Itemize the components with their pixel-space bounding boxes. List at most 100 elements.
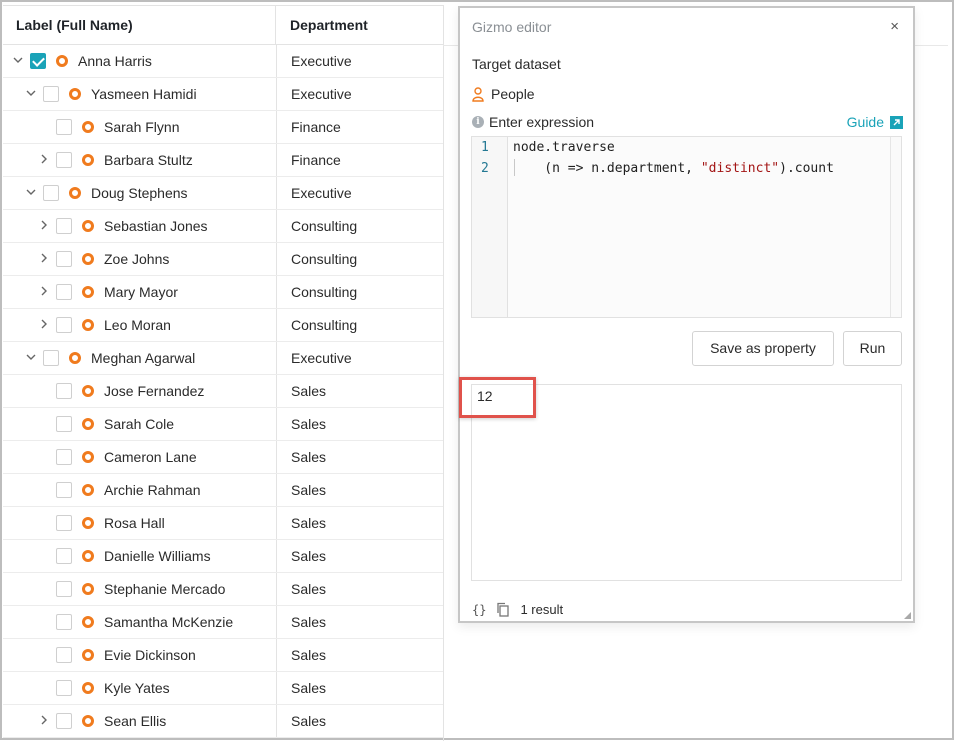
expression-header: i Enter expression Guide — [472, 112, 903, 132]
row-checkbox[interactable] — [56, 383, 72, 399]
close-icon[interactable]: × — [890, 18, 899, 35]
code-braces-icon[interactable]: {} — [472, 603, 486, 617]
table-row[interactable]: Danielle Williams Sales — [3, 540, 443, 573]
editor-scrollbar[interactable] — [890, 137, 901, 317]
department-cell: Consulting — [291, 218, 358, 234]
chevron-right-icon[interactable] — [38, 219, 50, 231]
table-row[interactable]: Zoe Johns Consulting — [3, 243, 443, 276]
row-checkbox[interactable] — [56, 482, 72, 498]
row-checkbox[interactable] — [56, 548, 72, 564]
chevron-down-icon[interactable] — [25, 186, 37, 198]
department-cell: Sales — [291, 383, 327, 399]
label-cell: Archie Rahman — [3, 474, 277, 506]
row-checkbox[interactable] — [56, 713, 72, 729]
chevron-down-icon[interactable] — [25, 351, 37, 363]
table-row[interactable]: Evie Dickinson Sales — [3, 639, 443, 672]
chevron-right-icon[interactable] — [38, 252, 50, 264]
copy-icon[interactable] — [496, 602, 510, 617]
chevron-right-icon[interactable] — [38, 153, 50, 165]
save-as-property-button[interactable]: Save as property — [692, 331, 834, 366]
row-checkbox[interactable] — [30, 53, 46, 69]
row-checkbox[interactable] — [56, 515, 72, 531]
run-button[interactable]: Run — [843, 331, 902, 366]
grid-body: Anna Harris Executive Yasmeen Hamidi Execut… — [3, 45, 443, 738]
department-cell: Consulting — [291, 284, 358, 300]
table-row[interactable]: Anna Harris Executive — [3, 45, 443, 78]
table-row[interactable]: Sarah Flynn Finance — [3, 111, 443, 144]
chevron-right-icon[interactable] — [38, 318, 50, 330]
department-cell: Sales — [291, 581, 327, 597]
department-cell: Sales — [291, 614, 327, 630]
department-cell: Consulting — [291, 317, 358, 333]
table-row[interactable]: Leo Moran Consulting — [3, 309, 443, 342]
chevron-down-icon[interactable] — [25, 87, 37, 99]
row-checkbox[interactable] — [56, 449, 72, 465]
table-row[interactable]: Yasmeen Hamidi Executive — [3, 78, 443, 111]
resize-handle-icon[interactable] — [904, 612, 911, 619]
node-circle-icon — [82, 616, 94, 628]
guide-link[interactable]: Guide — [847, 114, 903, 130]
person-name: Sebastian Jones — [104, 218, 208, 234]
department-cell: Sales — [291, 416, 327, 432]
table-row[interactable]: Doug Stephens Executive — [3, 177, 443, 210]
table-row[interactable]: Sean Ellis Sales — [3, 705, 443, 738]
table-row[interactable]: Meghan Agarwal Executive — [3, 342, 443, 375]
row-checkbox[interactable] — [56, 614, 72, 630]
department-cell: Sales — [291, 680, 327, 696]
label-cell: Sean Ellis — [3, 705, 277, 737]
table-row[interactable]: Mary Mayor Consulting — [3, 276, 443, 309]
row-checkbox[interactable] — [56, 416, 72, 432]
table-row[interactable]: Barbara Stultz Finance — [3, 144, 443, 177]
row-checkbox[interactable] — [56, 152, 72, 168]
node-circle-icon — [82, 517, 94, 529]
person-name: Sarah Flynn — [104, 119, 180, 135]
node-circle-icon — [69, 187, 81, 199]
department-cell: Finance — [291, 152, 341, 168]
table-row[interactable]: Stephanie Mercado Sales — [3, 573, 443, 606]
node-circle-icon — [82, 418, 94, 430]
table-row[interactable]: Sarah Cole Sales — [3, 408, 443, 441]
department-cell: Sales — [291, 713, 327, 729]
node-circle-icon — [82, 550, 94, 562]
node-circle-icon — [82, 682, 94, 694]
code-string: "distinct" — [700, 161, 780, 176]
node-circle-icon — [82, 715, 94, 727]
row-checkbox[interactable] — [43, 86, 59, 102]
table-row[interactable]: Kyle Yates Sales — [3, 672, 443, 705]
row-checkbox[interactable] — [56, 647, 72, 663]
row-checkbox[interactable] — [56, 284, 72, 300]
chevron-right-icon[interactable] — [38, 285, 50, 297]
chevron-right-icon[interactable] — [38, 714, 50, 726]
label-cell: Meghan Agarwal — [3, 342, 277, 374]
label-cell: Sarah Cole — [3, 408, 277, 440]
department-cell: Sales — [291, 515, 327, 531]
table-row[interactable]: Cameron Lane Sales — [3, 441, 443, 474]
node-circle-icon — [82, 121, 94, 133]
table-row[interactable]: Samantha McKenzie Sales — [3, 606, 443, 639]
column-header-department[interactable]: Department — [276, 6, 443, 44]
row-checkbox[interactable] — [56, 119, 72, 135]
panel-title: Gizmo editor — [472, 19, 552, 35]
row-checkbox[interactable] — [43, 350, 59, 366]
table-row[interactable]: Archie Rahman Sales — [3, 474, 443, 507]
row-checkbox[interactable] — [56, 317, 72, 333]
label-cell: Zoe Johns — [3, 243, 277, 275]
row-checkbox[interactable] — [56, 680, 72, 696]
row-checkbox[interactable] — [56, 251, 72, 267]
column-header-label[interactable]: Label (Full Name) — [3, 6, 276, 44]
code-line: node.traverse — [513, 140, 615, 155]
target-dataset[interactable]: People — [472, 86, 535, 102]
node-circle-icon — [82, 385, 94, 397]
table-row[interactable]: Jose Fernandez Sales — [3, 375, 443, 408]
row-checkbox[interactable] — [43, 185, 59, 201]
node-circle-icon — [82, 220, 94, 232]
table-row[interactable]: Rosa Hall Sales — [3, 507, 443, 540]
row-checkbox[interactable] — [56, 581, 72, 597]
chevron-down-icon[interactable] — [12, 54, 24, 66]
row-checkbox[interactable] — [56, 218, 72, 234]
guide-label: Guide — [846, 114, 884, 130]
node-circle-icon — [82, 319, 94, 331]
expression-editor[interactable]: 1 2 node.traverse (n => n.department, "d… — [471, 136, 902, 318]
result-footer: {} 1 result — [472, 602, 563, 617]
table-row[interactable]: Sebastian Jones Consulting — [3, 210, 443, 243]
